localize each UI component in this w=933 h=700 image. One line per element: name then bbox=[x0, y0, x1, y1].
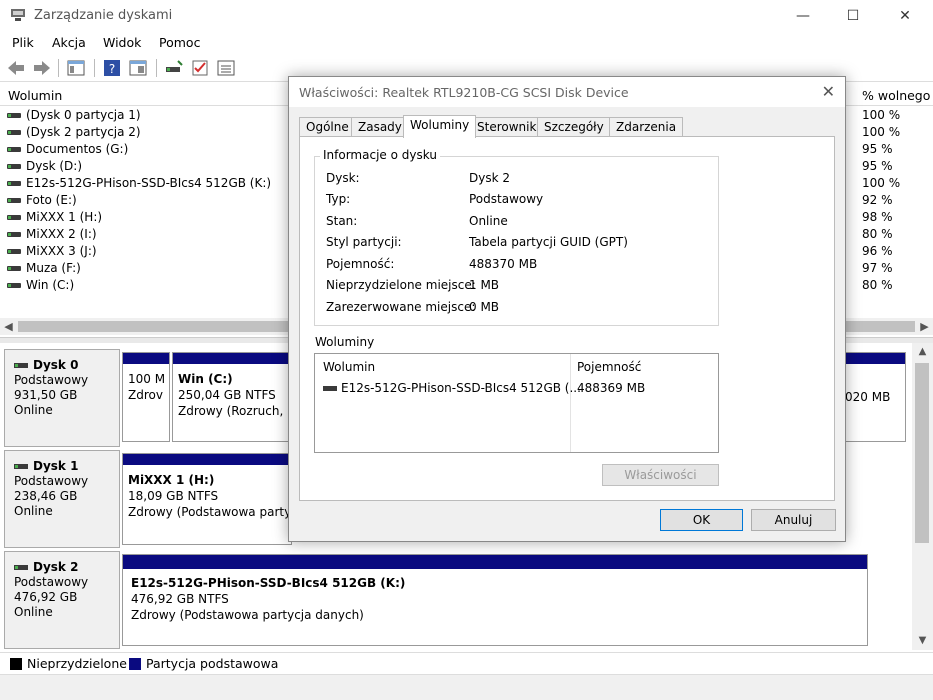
list-view-icon[interactable] bbox=[216, 58, 236, 78]
help-icon[interactable]: ? bbox=[102, 58, 122, 78]
volumes-tab-panel: Informacje o dysku Dysk: Dysk 2 Typ: Pod… bbox=[299, 136, 835, 501]
disk-connect-icon[interactable] bbox=[164, 58, 184, 78]
scroll-down-icon[interactable]: ▼ bbox=[912, 632, 933, 650]
status-bar bbox=[0, 674, 933, 700]
scroll-right-icon[interactable]: ▶ bbox=[916, 318, 933, 335]
tab-events[interactable]: Zdarzenia bbox=[609, 117, 684, 137]
back-arrow-icon[interactable] bbox=[6, 58, 26, 78]
info-value-partition-style: Tabela partycji GUID (GPT) bbox=[469, 235, 628, 249]
disk-icon bbox=[14, 363, 28, 368]
volume-icon bbox=[7, 113, 21, 118]
info-label-type: Typ: bbox=[326, 192, 351, 206]
maximize-button[interactable]: ☐ bbox=[830, 0, 876, 32]
info-value-unallocated: 1 MB bbox=[469, 278, 500, 292]
toolbar-separator bbox=[156, 59, 157, 77]
volume-icon bbox=[7, 164, 21, 169]
volume-icon bbox=[7, 249, 21, 254]
disk-2-label[interactable]: Dysk 2 Podstawowy 476,92 GB Online bbox=[4, 551, 120, 649]
volume-icon bbox=[7, 181, 21, 186]
legend-swatch-primary bbox=[129, 658, 141, 670]
toolbar-separator bbox=[58, 59, 59, 77]
scroll-up-icon[interactable]: ▲ bbox=[912, 343, 933, 361]
menu-file[interactable]: Plik bbox=[12, 35, 34, 50]
menu-action[interactable]: Akcja bbox=[52, 35, 86, 50]
info-label-capacity: Pojemność: bbox=[326, 257, 395, 271]
info-value-type: Podstawowy bbox=[469, 192, 544, 206]
disk-icon bbox=[14, 565, 28, 570]
info-label-unallocated: Nieprzydzielone miejsce: bbox=[326, 278, 476, 292]
volume-icon bbox=[7, 198, 21, 203]
tab-volumes[interactable]: Woluminy bbox=[403, 115, 477, 138]
column-header-volume[interactable]: Wolumin bbox=[8, 88, 62, 103]
toolbar-separator bbox=[94, 59, 95, 77]
legend: Nieprzydzielone Partycja podstawowa bbox=[0, 652, 933, 674]
disk-1-label[interactable]: Dysk 1 Podstawowy 238,46 GB Online bbox=[4, 450, 120, 548]
volume-icon bbox=[7, 283, 21, 288]
tab-details[interactable]: Szczegóły bbox=[537, 117, 611, 137]
disk-info-group-label: Informacje o dysku bbox=[320, 148, 440, 162]
volume-icon bbox=[7, 232, 21, 237]
volume-icon bbox=[7, 266, 21, 271]
table-row[interactable]: E12s-512G-PHison-SSD-BIcs4 512GB (... bbox=[323, 381, 581, 395]
info-value-status: Online bbox=[469, 214, 508, 228]
partition-e12s-k[interactable]: E12s-512G-PHison-SSD-BIcs4 512GB (K:) 476… bbox=[122, 554, 868, 646]
properties-view-icon[interactable] bbox=[128, 58, 148, 78]
partition-win-c[interactable]: Win (C:) 250,04 GB NTFS Zdrowy (Rozruch, bbox=[172, 352, 292, 442]
info-label-disk: Dysk: bbox=[326, 171, 360, 185]
info-label-partition-style: Styl partycji: bbox=[326, 235, 402, 249]
tab-policies[interactable]: Zasady bbox=[351, 117, 409, 137]
menu-help[interactable]: Pomoc bbox=[159, 35, 200, 50]
svg-text:?: ? bbox=[109, 62, 115, 76]
console-tree-icon[interactable] bbox=[66, 58, 86, 78]
scroll-left-icon[interactable]: ◀ bbox=[0, 318, 17, 335]
checklist-icon[interactable] bbox=[190, 58, 210, 78]
vertical-scrollbar[interactable]: ▲ ▼ bbox=[912, 343, 933, 650]
properties-dialog: Właściwości: Realtek RTL9210B-CG SCSI Di… bbox=[288, 76, 846, 542]
volumes-group-label: Woluminy bbox=[315, 335, 375, 349]
partition-mixxx1-h[interactable]: MiXXX 1 (H:) 18,09 GB NTFS Zdrowy (Podstaw… bbox=[122, 453, 292, 545]
partition-disk0-system[interactable]: 100 M Zdrov bbox=[122, 352, 170, 442]
volume-icon bbox=[323, 386, 337, 391]
cancel-button[interactable]: Anuluj bbox=[751, 509, 836, 531]
title-bar: Zarządzanie dyskami — ☐ ✕ bbox=[0, 0, 933, 32]
legend-swatch-unallocated bbox=[10, 658, 22, 670]
info-label-status: Stan: bbox=[326, 214, 358, 228]
ok-button[interactable]: OK bbox=[660, 509, 743, 531]
volumes-table[interactable]: Wolumin Pojemność E12s-512G-PHison-SSD-B… bbox=[314, 353, 719, 453]
disk-0-label[interactable]: Dysk 0 Podstawowy 931,50 GB Online bbox=[4, 349, 120, 447]
legend-label-primary: Partycja podstawowa bbox=[146, 656, 279, 671]
tab-driver[interactable]: Sterownik bbox=[470, 117, 544, 137]
info-value-capacity: 488370 MB bbox=[469, 257, 538, 271]
column-header-free-percent[interactable]: % wolnego bbox=[862, 88, 930, 103]
volume-icon bbox=[7, 147, 21, 152]
forward-arrow-icon[interactable] bbox=[32, 58, 52, 78]
dialog-close-icon[interactable]: ✕ bbox=[822, 82, 835, 101]
info-value-disk: Dysk 2 bbox=[469, 171, 510, 185]
menu-view[interactable]: Widok bbox=[103, 35, 141, 50]
disk-management-icon bbox=[11, 9, 25, 21]
info-value-reserved: 0 MB bbox=[469, 300, 500, 314]
volume-capacity-cell: 488369 MB bbox=[577, 381, 646, 395]
volumes-column-capacity[interactable]: Pojemność bbox=[577, 360, 641, 374]
volume-icon bbox=[7, 215, 21, 220]
close-button[interactable]: ✕ bbox=[882, 0, 928, 32]
tab-general[interactable]: Ogólne bbox=[299, 117, 356, 137]
disk-icon bbox=[14, 464, 28, 469]
volume-icon bbox=[7, 130, 21, 135]
dialog-title-bar: Właściwości: Realtek RTL9210B-CG SCSI Di… bbox=[289, 77, 845, 107]
scrollbar-thumb[interactable] bbox=[915, 363, 929, 543]
dialog-title: Właściwości: Realtek RTL9210B-CG SCSI Di… bbox=[299, 85, 629, 100]
minimize-button[interactable]: — bbox=[780, 0, 826, 32]
volumes-column-volume[interactable]: Wolumin bbox=[323, 360, 375, 374]
menu-bar: Plik Akcja Widok Pomoc bbox=[0, 32, 933, 54]
window-title: Zarządzanie dyskami bbox=[34, 8, 173, 23]
volume-properties-button[interactable]: Właściwości bbox=[602, 464, 719, 486]
legend-label-unallocated: Nieprzydzielone bbox=[27, 656, 127, 671]
info-label-reserved: Zarezerwowane miejsce: bbox=[326, 300, 476, 314]
partition-disk0-recovery[interactable]: 020 MB bbox=[836, 352, 906, 442]
